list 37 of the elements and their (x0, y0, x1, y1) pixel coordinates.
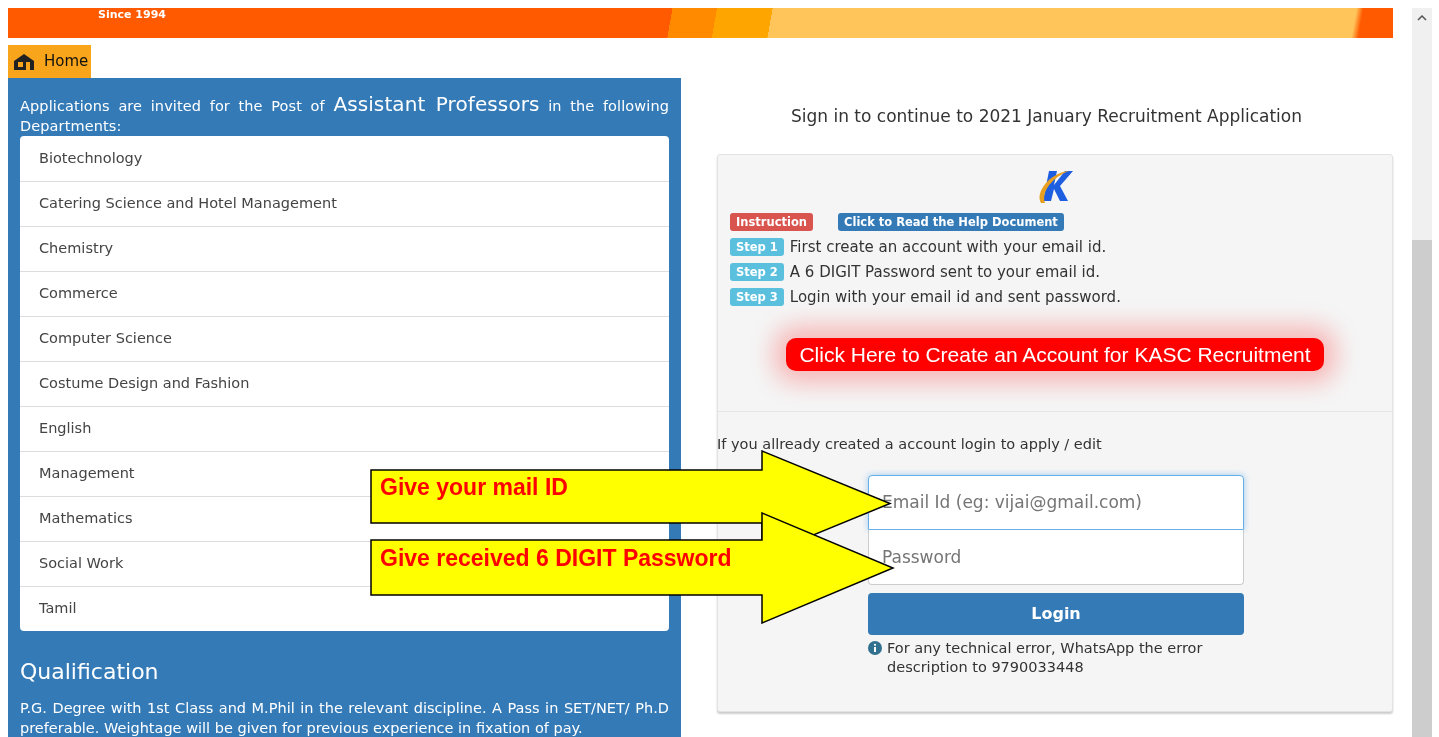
create-account-button[interactable]: Click Here to Create an Account for KASC Recruitment (786, 337, 1324, 371)
scrollbar-thumb[interactable] (1412, 240, 1432, 737)
info-icon (868, 640, 882, 655)
department-item[interactable]: English (39, 418, 92, 440)
login-prompt: If you allready created a account login to apply / edit (717, 435, 1103, 454)
step-text: First create an account with your email id. (789, 236, 1107, 258)
email-field[interactable]: Email Id (eg: vijai@gmail.com) (868, 474, 1244, 530)
department-item[interactable]: Commerce (39, 283, 118, 305)
step-badge: Step 2 (730, 263, 784, 281)
department-item[interactable]: Biotechnology (39, 147, 143, 170)
help-document-button[interactable]: Click to Read the Help Document (838, 212, 1064, 231)
password-field[interactable]: Password (868, 529, 1244, 585)
department-item[interactable]: Social Work (39, 553, 124, 575)
step-text: Login with your email id and sent password. (789, 286, 1121, 308)
step-badge: Step 1 (730, 238, 784, 256)
login-button[interactable]: Login (868, 592, 1244, 635)
step-badge: Step 3 (730, 288, 784, 306)
department-item[interactable]: Catering Science and Hotel Management (39, 193, 337, 215)
home-tab[interactable]: Home (8, 45, 91, 78)
department-item[interactable]: Tamil (39, 598, 77, 620)
department-item[interactable]: Mathematics (39, 508, 133, 530)
section-heading: Qualification (20, 658, 160, 686)
callout-text: Give your mail ID (380, 473, 568, 502)
house-icon (12, 51, 36, 72)
department-item[interactable]: Costume Design and Fashion (39, 373, 250, 395)
department-item[interactable]: Management (39, 463, 135, 485)
step-text: A 6 DIGIT Password sent to your email id. (789, 261, 1101, 283)
help-note: For any technical error, WhatsApp the error description to 9790033448 (887, 638, 1204, 677)
intro-text: Applications are invited for the Post of Assistant Professors in the following Departments: (20, 94, 669, 136)
sign-in-heading: Sign in to continue to 2021 January Recruitment Application (790, 105, 1303, 128)
callout-text: Give received 6 DIGIT Password (380, 544, 732, 573)
instruction-badge: Instruction (730, 212, 813, 231)
scroll-up-icon[interactable] (1417, 15, 1427, 21)
department-item[interactable]: Chemistry (39, 238, 114, 260)
banner-tagline: Since 1994 (98, 8, 166, 21)
qualification-text: P.G. Degree with 1st Class and M.Phil in the relevant discipline. A Pass in SET/NET/ Ph.D preferable. Weightage will be given for previous experience in fixation of pay. (20, 699, 669, 737)
department-item[interactable]: Computer Science (39, 328, 172, 350)
